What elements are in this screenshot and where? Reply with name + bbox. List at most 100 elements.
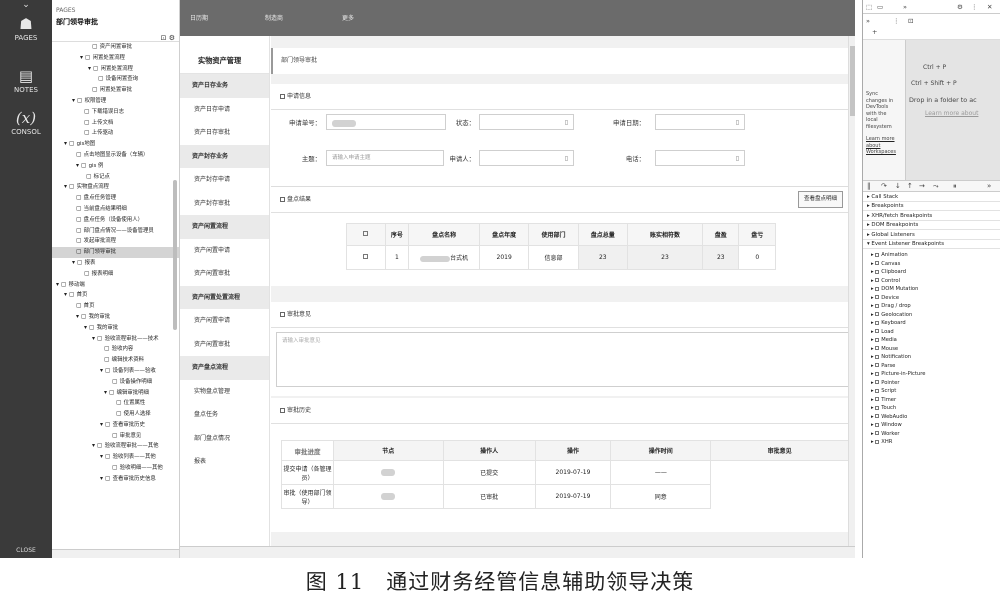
add-folder-icon[interactable]: + — [872, 28, 877, 36]
event-listener-item[interactable]: ▸ Picture-in-Picture — [871, 370, 925, 378]
scrollbar-thumb[interactable] — [850, 46, 855, 116]
side-menu-group[interactable]: 资产闲置流程 — [180, 215, 269, 239]
event-listener-item[interactable]: ▸ DOM Mutation — [871, 285, 918, 293]
checkbox[interactable] — [363, 254, 369, 259]
side-menu-item[interactable]: 实物盘点管理 — [180, 380, 269, 404]
event-listener-item[interactable]: ▸ XHR — [871, 438, 892, 446]
kebab-menu-icon[interactable]: ⋮ — [893, 17, 900, 25]
pause-on-exceptions-icon[interactable]: ⏸ — [953, 182, 957, 191]
tree-node[interactable]: ▾ ▢ 设备列表——验收 — [52, 366, 179, 377]
calendar-icon[interactable]: ▯ — [565, 152, 568, 166]
add-page-icon[interactable]: ⊡ — [161, 34, 167, 42]
device-icon[interactable]: ▭ — [877, 3, 883, 11]
side-menu-group[interactable]: 资产封存业务 — [180, 144, 269, 168]
side-menu-item[interactable]: 资产闲置申请 — [180, 309, 269, 333]
tree-node[interactable]: ▢ 资产闲置审批 — [52, 42, 179, 53]
step-over-icon[interactable]: ↷ — [881, 182, 887, 190]
tree-node[interactable]: ▾ ▢ 查看审批历史 — [52, 420, 179, 431]
tree-node[interactable]: ▢ 标记点 — [52, 172, 179, 183]
checkbox[interactable] — [875, 269, 880, 274]
tree-node[interactable]: ▢ 点击地图显示设备（车辆） — [52, 150, 179, 161]
debugger-section[interactable]: ▸ Call Stack — [863, 193, 1000, 202]
step-icon[interactable]: → — [919, 182, 925, 190]
close-button[interactable]: CLOSE — [0, 547, 52, 554]
topnav-item[interactable]: 更多 — [342, 13, 354, 22]
side-menu-group[interactable]: 资产日存业务 — [180, 74, 269, 98]
step-into-icon[interactable]: ↓ — [895, 182, 901, 190]
view-check-detail-button[interactable]: 查看盘点明细 — [797, 191, 843, 208]
checkbox[interactable] — [875, 414, 880, 418]
event-listener-item[interactable]: ▸ Mouse — [871, 345, 898, 353]
tree-node[interactable]: ▾ ▢ 实物盘点流程 — [52, 182, 179, 193]
notes-button[interactable]: ▤ NOTES — [0, 66, 52, 108]
table-row[interactable]: 审批（使用部门领导） 已审批 2019-07-19 同意 — [281, 484, 849, 509]
tree-node[interactable]: ▢ 编辑技术资料 — [52, 355, 179, 366]
side-menu-item[interactable]: 资产闲置申请 — [180, 239, 269, 263]
checkbox[interactable] — [875, 380, 880, 384]
pause-icon[interactable]: ‖ — [867, 182, 871, 190]
checkbox[interactable] — [363, 231, 369, 236]
side-menu-item[interactable]: 资产闲置审批 — [180, 262, 269, 286]
pages-button[interactable]: ☗ PAGES — [0, 14, 52, 56]
row-checkbox-cell[interactable] — [346, 245, 386, 270]
tree-node[interactable]: ▢ 下载错误日志 — [52, 107, 179, 118]
tree-node[interactable]: ▢ 盘点任务管理 — [52, 193, 179, 204]
event-listener-item[interactable]: ▸ Canvas — [871, 260, 900, 268]
tree-node[interactable]: ▾ ▢ 闲置处置流程 — [52, 64, 179, 75]
checkbox[interactable] — [875, 329, 880, 333]
side-menu-group[interactable]: 资产盘点流程 — [180, 356, 269, 380]
select-all-cell[interactable] — [346, 223, 386, 246]
checkbox[interactable] — [875, 295, 880, 299]
event-listener-item[interactable]: ▸ Timer — [871, 396, 896, 404]
tree-node[interactable]: ▢ 位置属性 — [52, 398, 179, 409]
debugger-section[interactable]: ▸ Breakpoints — [863, 202, 1000, 212]
tree-node[interactable]: ▾ ▢ 验收流程审批——技术 — [52, 334, 179, 345]
console-button[interactable]: (x) CONSOL — [0, 108, 52, 150]
side-menu-item[interactable]: 部门盘点情况 — [180, 427, 269, 451]
settings-icon[interactable]: ⚙ — [169, 34, 175, 42]
panel-toggle-icon[interactable]: ⊡ — [908, 17, 913, 25]
tree-node[interactable]: ▢ 当前盘点结果明细 — [52, 204, 179, 215]
learn-more-link[interactable]: Learn more about — [925, 110, 978, 117]
tree-node[interactable]: ▾ ▢ gis地图 — [52, 139, 179, 150]
checkbox[interactable] — [875, 320, 880, 325]
tree-node[interactable]: ▢ 上传文档 — [52, 118, 179, 129]
workspaces-link[interactable]: Learn more about Workspaces — [866, 136, 902, 156]
app-horizontal-scrollbar[interactable] — [180, 546, 855, 558]
tree-node[interactable]: ▾ ▢ gis 例 — [52, 161, 179, 172]
event-listener-item[interactable]: ▸ Pointer — [871, 379, 899, 387]
kebab-menu-icon[interactable]: ⋮ — [971, 3, 978, 11]
subject-input[interactable]: 请输入申请主题 — [326, 150, 444, 166]
settings-gear-icon[interactable]: ⚙ — [957, 3, 963, 11]
event-listener-item[interactable]: ▸ Animation — [871, 251, 908, 259]
event-listener-item[interactable]: ▸ Control — [871, 277, 900, 285]
tree-node[interactable]: ▾ ▢ 我的审批 — [52, 323, 179, 334]
side-menu-item[interactable]: 资产封存审批 — [180, 192, 269, 216]
event-listener-item[interactable]: ▸ Media — [871, 336, 897, 344]
event-listener-item[interactable]: ▸ Clipboard — [871, 268, 906, 276]
side-menu-item[interactable]: 资产日存审批 — [180, 121, 269, 145]
side-menu-item[interactable]: 资产日存申请 — [180, 98, 269, 122]
checkbox[interactable] — [875, 431, 880, 435]
more-tabs-icon[interactable]: » — [903, 3, 907, 11]
calendar-icon[interactable]: ▯ — [736, 152, 739, 166]
calendar-icon[interactable]: ▯ — [736, 116, 739, 130]
tree-node[interactable]: ▢ 验收内容 — [52, 344, 179, 355]
tree-node[interactable]: ▾ ▢ 权限管理 — [52, 96, 179, 107]
collapse-chevron-icon[interactable]: ⌄ — [0, 0, 52, 12]
tree-node[interactable]: ▢ 使用人选择 — [52, 409, 179, 420]
inspect-icon[interactable]: ⬚ — [866, 3, 872, 11]
event-listener-item[interactable]: ▸ Worker — [871, 430, 900, 438]
debugger-section[interactable]: ▸ Global Listeners — [863, 231, 1000, 240]
tree-node[interactable]: ▢ 首页 — [52, 301, 179, 312]
tree-horizontal-scrollbar[interactable] — [52, 549, 179, 558]
checkbox[interactable] — [875, 439, 880, 444]
tree-node[interactable]: ▾ ▢ 验收列表——其他 — [52, 452, 179, 463]
event-listener-item[interactable]: ▸ Geolocation — [871, 311, 912, 319]
checkbox[interactable] — [875, 261, 880, 265]
tree-node[interactable]: ▢ 验收明细——其他 — [52, 463, 179, 474]
tree-node[interactable]: ▢ 上传驱动 — [52, 128, 179, 139]
side-menu-item[interactable]: 报表 — [180, 450, 269, 474]
debugger-section[interactable]: ▸ DOM Breakpoints — [863, 221, 1000, 231]
tree-node[interactable]: ▢ 闲置处置审批 — [52, 85, 179, 96]
